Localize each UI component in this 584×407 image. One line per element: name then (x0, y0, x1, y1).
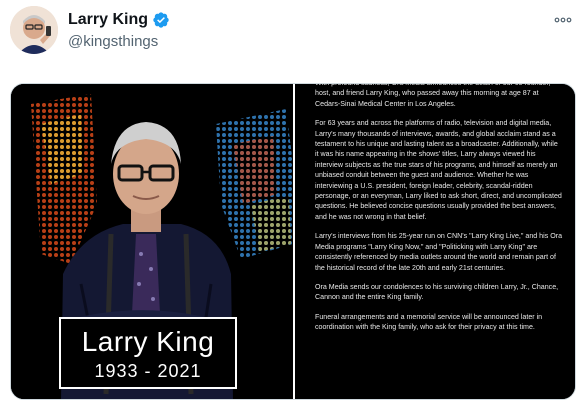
media-photo-larry-king[interactable]: Larry King 1933 - 2021 (11, 84, 293, 399)
memorial-name: Larry King (81, 326, 215, 357)
more-options-icon[interactable] (552, 10, 574, 30)
statement-paragraph: For 63 years and across the platforms of… (315, 119, 562, 221)
tweet-media[interactable]: Larry King 1933 - 2021 With profound sad… (10, 83, 576, 400)
memorial-name-card: Larry King 1933 - 2021 (59, 317, 237, 389)
avatar-photo (10, 6, 58, 54)
memorial-years: 1933 - 2021 (94, 361, 202, 381)
statement-paragraph: Ora Media sends our condolences to his s… (315, 282, 559, 302)
statement-paragraph: With profound sadness, Ora Media announc… (315, 84, 550, 108)
name-row: Larry King (68, 11, 170, 29)
media-statement-image[interactable]: With profound sadness, Ora Media announc… (295, 84, 575, 399)
statement-paragraph: Funeral arrangements and a memorial serv… (315, 312, 543, 332)
avatar[interactable] (10, 6, 58, 54)
tweet-header: Larry King @kingsthings (0, 0, 584, 66)
statement-paragraph: Larry's interviews from his 25-year run … (315, 232, 563, 272)
user-handle[interactable]: @kingsthings (68, 33, 158, 50)
verified-badge-icon (153, 12, 169, 28)
display-name[interactable]: Larry King (68, 11, 148, 29)
